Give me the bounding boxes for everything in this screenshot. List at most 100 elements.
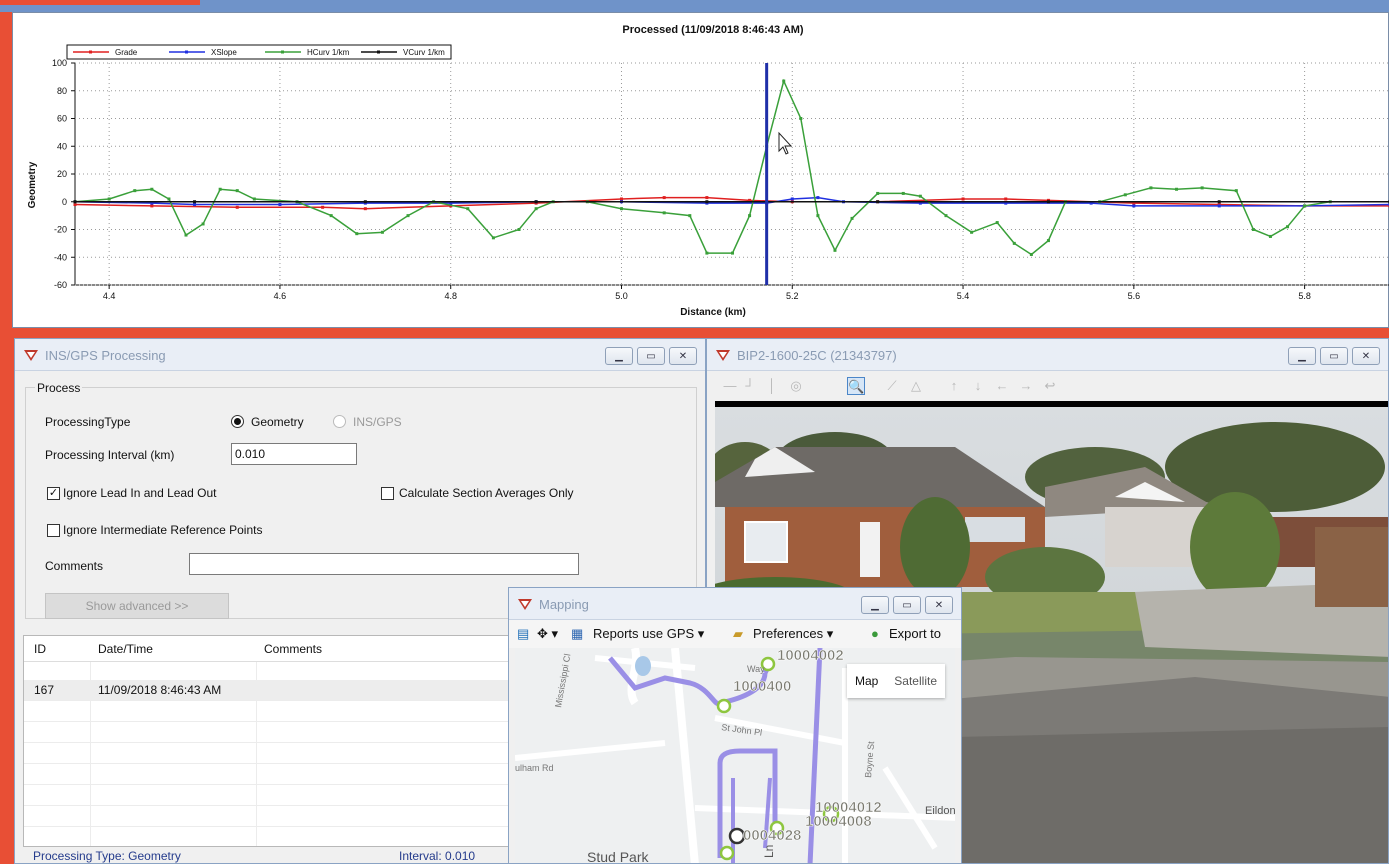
- mapping-title: Mapping: [539, 597, 589, 612]
- measure-tool-icon[interactable]: ⟋: [883, 377, 901, 395]
- x-tick-label: 5.0: [615, 291, 628, 301]
- comments-input[interactable]: [189, 553, 579, 575]
- show-advanced-button[interactable]: Show advanced >>: [45, 593, 229, 619]
- data-point: [534, 207, 538, 211]
- row-id: 167: [34, 683, 55, 697]
- insgps-radio[interactable]: [333, 415, 346, 428]
- ins-titlebar[interactable]: INS/GPS Processing ▁ ▭ ✕: [15, 339, 705, 371]
- interval-input[interactable]: 0.010: [231, 443, 357, 465]
- map-type-satellite-button[interactable]: Satellite: [886, 664, 945, 698]
- pan-icon[interactable]: ✥ ▾: [537, 626, 558, 642]
- legend-marker: [377, 50, 380, 54]
- calc-section-checkbox[interactable]: [381, 487, 394, 500]
- video-titlebar[interactable]: BIP2-1600-25C (21343797) ▁ ▭ ✕: [707, 339, 1388, 371]
- ignore-intermediate-label[interactable]: Ignore Intermediate Reference Points: [63, 523, 262, 537]
- ins-title: INS/GPS Processing: [45, 348, 166, 363]
- map-marker[interactable]: [719, 845, 735, 861]
- close-button[interactable]: ✕: [669, 347, 697, 365]
- current-position-marker[interactable]: [728, 827, 746, 845]
- y-tick-label: 60: [57, 114, 67, 124]
- close-button[interactable]: ✕: [925, 596, 953, 614]
- data-point: [73, 203, 77, 207]
- data-point: [1175, 187, 1179, 191]
- maximize-button[interactable]: ▭: [1320, 347, 1348, 365]
- street-label: Eildon: [925, 805, 955, 817]
- data-point: [1149, 186, 1153, 190]
- road-tool-icon[interactable]: △: [907, 377, 925, 395]
- col-datetime-header[interactable]: Date/Time: [98, 642, 153, 656]
- mapping-window[interactable]: Mapping ▁ ▭ ✕ ▤ ✥ ▾ ▦ Reports use GPS ▾ …: [508, 587, 962, 864]
- minimize-icon: ▁: [871, 599, 879, 611]
- x-tick-label: 4.6: [274, 291, 287, 301]
- app-logo-icon: [24, 350, 38, 361]
- y-tick-label: -60: [54, 280, 67, 290]
- layers-icon[interactable]: ▤: [517, 626, 529, 642]
- data-point: [1217, 204, 1221, 208]
- col-comments-header[interactable]: Comments: [264, 642, 322, 656]
- arrow-up-icon[interactable]: ↑: [945, 377, 963, 395]
- undo-icon[interactable]: ↩: [1041, 377, 1059, 395]
- close-button[interactable]: ✕: [1352, 347, 1380, 365]
- line-tool-icon[interactable]: —: [721, 377, 739, 395]
- target-tool-icon[interactable]: ◎: [787, 377, 805, 395]
- insgps-radio-label[interactable]: INS/GPS: [353, 415, 402, 429]
- export-button[interactable]: Export to: [889, 626, 941, 641]
- data-point: [321, 205, 325, 209]
- geometry-radio-label[interactable]: Geometry: [251, 415, 304, 429]
- minimize-button[interactable]: ▁: [1288, 347, 1316, 365]
- y-tick-label: 100: [52, 58, 67, 68]
- maximize-icon: ▭: [902, 599, 912, 611]
- col-id-header[interactable]: ID: [34, 642, 46, 656]
- close-icon: ✕: [934, 599, 944, 611]
- mapping-titlebar[interactable]: Mapping ▁ ▭ ✕: [509, 588, 961, 620]
- preferences-dropdown[interactable]: Preferences ▾: [753, 626, 833, 642]
- minimize-icon: ▁: [615, 350, 623, 362]
- x-tick-label: 4.8: [444, 291, 457, 301]
- y-tick-label: 0: [62, 197, 67, 207]
- map-label: 10004002: [777, 648, 844, 664]
- minimize-button[interactable]: ▁: [861, 596, 889, 614]
- arrow-right-icon[interactable]: →: [1017, 377, 1035, 395]
- ignore-lead-label[interactable]: Ignore Lead In and Lead Out: [63, 486, 216, 500]
- geometry-radio[interactable]: [231, 415, 244, 428]
- corner-tool-icon[interactable]: ┘: [741, 377, 759, 395]
- data-point: [363, 200, 367, 204]
- data-point: [705, 200, 709, 204]
- y-tick-label: 80: [57, 86, 67, 96]
- map-type-map-button[interactable]: Map: [847, 664, 886, 698]
- data-point: [235, 205, 239, 209]
- data-point: [167, 197, 171, 201]
- data-point: [1200, 186, 1204, 190]
- video-title: BIP2-1600-25C (21343797): [737, 348, 897, 363]
- vertical-tool-icon[interactable]: │: [763, 377, 781, 395]
- report-icon[interactable]: ▦: [571, 626, 583, 642]
- data-point: [184, 233, 188, 237]
- series-line-2: [74, 78, 1389, 256]
- data-point: [662, 211, 666, 215]
- status-interval: Interval: 0.010: [399, 849, 476, 863]
- map-view[interactable]: 10004002 1000400 10004012 10004008 00040…: [515, 648, 955, 863]
- ignore-lead-checkbox[interactable]: ✓: [47, 487, 60, 500]
- arrow-down-icon[interactable]: ↓: [969, 377, 987, 395]
- data-point: [150, 204, 154, 208]
- top-tab: [0, 0, 200, 5]
- calc-section-label[interactable]: Calculate Section Averages Only: [399, 486, 574, 500]
- arrow-left-icon[interactable]: ←: [993, 377, 1011, 395]
- status-processing-type: Processing Type: Geometry: [33, 849, 181, 863]
- reports-gps-dropdown[interactable]: Reports use GPS ▾: [593, 626, 704, 642]
- maximize-button[interactable]: ▭: [893, 596, 921, 614]
- zoom-tool-icon[interactable]: 🔍: [847, 377, 865, 395]
- maximize-button[interactable]: ▭: [637, 347, 665, 365]
- ignore-intermediate-checkbox[interactable]: [47, 524, 60, 537]
- map-marker[interactable]: [716, 698, 732, 714]
- preferences-label: Preferences: [753, 626, 824, 641]
- chart-xlabel: Distance (km): [680, 307, 746, 318]
- data-point: [1046, 239, 1050, 243]
- x-tick-label: 5.4: [957, 291, 970, 301]
- geometry-chart[interactable]: Processed (11/09/2018 8:46:43 AM) Distan…: [12, 12, 1389, 328]
- y-tick-label: 20: [57, 169, 67, 179]
- minimize-button[interactable]: ▁: [605, 347, 633, 365]
- chart-title: Processed (11/09/2018 8:46:43 AM): [622, 24, 804, 36]
- legend-label: VCurv 1/km: [403, 48, 445, 57]
- data-point: [816, 214, 820, 218]
